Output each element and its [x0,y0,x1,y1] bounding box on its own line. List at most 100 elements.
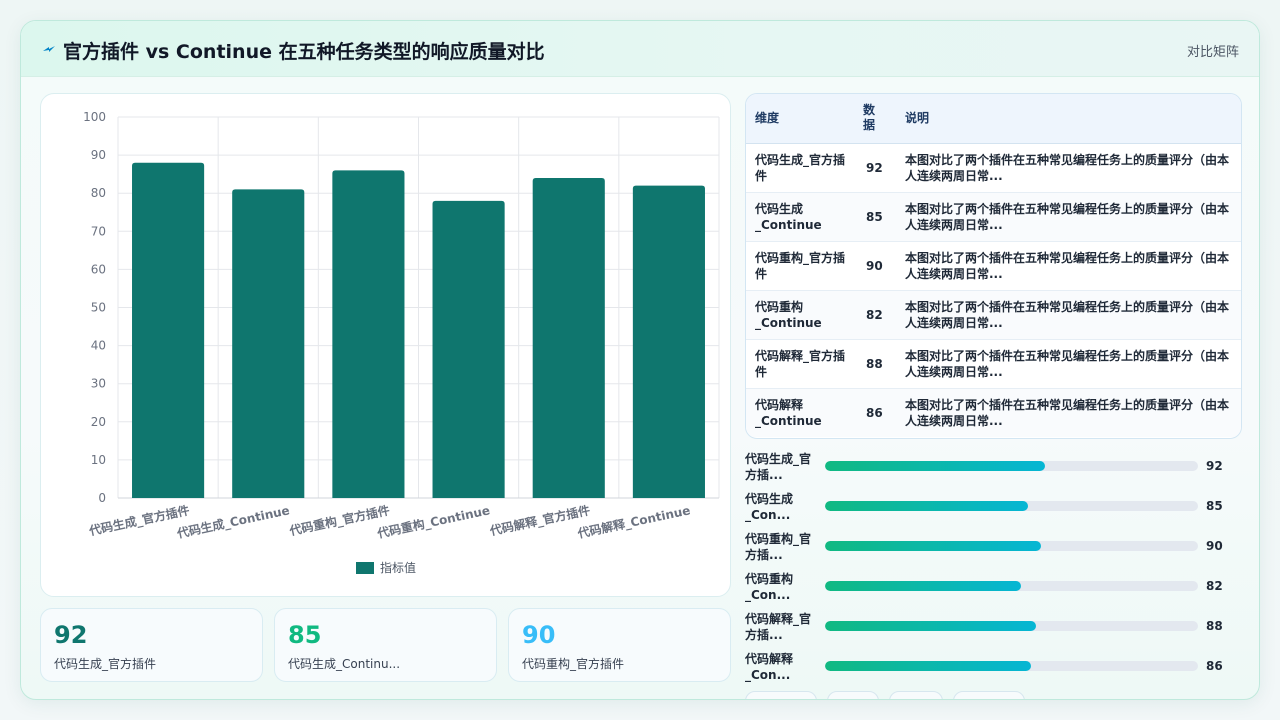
table-cell: 本图对比了两个插件在五种常见编程任务上的质量评分（由本人连续两周日常... [896,290,1241,340]
y-tick-label: 10 [91,453,106,467]
column-header: 维度 [746,94,857,144]
table-cell: 85 [857,192,896,242]
x-tick-label: 代码重构_Continue [375,502,491,542]
progress-row: 代码重构_官方插... 90 [745,529,1225,569]
y-tick-label: 40 [91,339,106,353]
table-cell: 88 [857,339,896,389]
kpi-label: 代码重构_官方插件 [522,657,625,671]
kpi-value: 85 [288,621,322,649]
table-cell: 本图对比了两个插件在五种常见编程任务上的质量评分（由本人连续两周日常... [896,388,1241,437]
bar [332,170,405,498]
table-row: 代码解释_Continue 86 本图对比了两个插件在五种常见编程任务上的质量评… [746,388,1241,437]
progress-fill [825,541,1041,551]
progress-row: 代码解释_Con... 86 [745,649,1225,689]
legend-label: 指标值 [380,560,416,575]
kpi-card: 85 代码生成_Continu... [274,608,497,682]
progress-track [825,581,1198,591]
table-cell: 代码生成_Continue [746,192,857,242]
progress-track [825,461,1198,471]
y-tick-label: 30 [91,377,106,391]
lightning-icon [43,46,55,52]
y-tick-label: 20 [91,415,106,429]
tag-pill[interactable] [889,691,943,699]
table-cell: 代码解释_官方插件 [746,339,857,389]
table-row: 代码重构_Continue 82 本图对比了两个插件在五种常见编程任务上的质量评… [746,290,1241,340]
progress-value: 90 [1206,539,1223,553]
kpi-card: 92 代码生成_官方插件 [40,608,263,682]
progress-value: 92 [1206,459,1223,473]
progress-track [825,501,1198,511]
progress-row: 代码生成_官方插... 92 [745,449,1225,489]
tag-pill[interactable] [827,691,879,699]
y-tick-label: 100 [83,110,106,124]
table-cell: 90 [857,241,896,291]
x-tick-label: 代码解释_官方插件 [487,502,591,539]
progress-fill [825,621,1036,631]
kpi-value: 92 [54,621,88,649]
x-tick-label: 代码生成_官方插件 [87,502,191,539]
table-cell: 代码重构_Continue [746,290,857,340]
progress-fill [825,501,1029,511]
table-cell: 本图对比了两个插件在五种常见编程任务上的质量评分（由本人连续两周日常... [896,143,1241,193]
table-row: 代码解释_官方插件 88 本图对比了两个插件在五种常见编程任务上的质量评分（由本… [746,339,1241,389]
progress-value: 86 [1206,659,1223,673]
y-tick-label: 80 [91,186,106,200]
kpi-value: 90 [522,621,556,649]
page-title: 官方插件 vs Continue 在五种任务类型的响应质量对比 [63,41,545,63]
bar [432,200,505,498]
table-row: 代码生成_官方插件 92 本图对比了两个插件在五种常见编程任务上的质量评分（由本… [746,143,1241,193]
data-table-card: 维度 数据 说明 代码生成_官方插件 92 本图对比了两个插件在五种常见编程任务… [745,93,1242,439]
x-tick-label: 代码重构_官方插件 [287,502,391,539]
tag-pill[interactable] [745,691,817,699]
progress-row: 代码生成_Con... 85 [745,489,1225,529]
header: 官方插件 vs Continue 在五种任务类型的响应质量对比 对比矩阵 [21,21,1259,77]
progress-label: 代码解释_Con... [745,652,794,682]
y-tick-label: 50 [91,301,106,315]
progress-label: 代码生成_官方插... [745,452,812,482]
y-tick-label: 60 [91,262,106,276]
progress-label: 代码解释_官方插... [745,612,812,642]
kpi-label: 代码生成_Continu... [288,657,401,671]
progress-value: 82 [1206,579,1223,593]
tag-pill[interactable] [953,691,1025,699]
progress-label: 代码重构_Con... [745,572,794,602]
table-cell: 本图对比了两个插件在五种常见编程任务上的质量评分（由本人连续两周日常... [896,339,1241,389]
table-cell: 代码解释_Continue [746,388,857,437]
x-tick-label: 代码生成_Continue [175,502,291,542]
bar-chart-card: 0 10 20 30 40 50 60 70 80 90 100 代码生成_官方插件 代码生成_Cont… [40,93,731,597]
kpi-card: 90 代码重构_官方插件 [508,608,731,682]
progress-row: 代码重构_Con... 82 [745,569,1225,609]
data-table: 维度 数据 说明 代码生成_官方插件 92 本图对比了两个插件在五种常见编程任务… [746,94,1241,437]
table-header-row: 维度 数据 说明 [746,94,1241,144]
legend-swatch [356,562,374,574]
x-tick-label: 代码解释_Continue [575,502,691,542]
progress-fill [825,661,1031,671]
bar-chart: 0 10 20 30 40 50 60 70 80 90 100 代码生成_官方插件代码生成_Cont… [83,110,720,575]
progress-label: 代码重构_官方插... [745,532,812,562]
table-cell: 代码重构_官方插件 [746,241,857,291]
progress-fill [825,461,1046,471]
progress-track [825,621,1198,631]
table-cell: 82 [857,290,896,340]
bar [232,189,305,498]
progress-track [825,541,1198,551]
progress-row: 代码解释_官方插... 88 [745,609,1225,649]
table-cell: 本图对比了两个插件在五种常见编程任务上的质量评分（由本人连续两周日常... [896,192,1241,242]
column-header: 数据 [857,94,896,144]
y-tick-label: 0 [98,491,106,505]
view-mode-label[interactable]: 对比矩阵 [1187,41,1239,60]
table-row: 代码重构_官方插件 90 本图对比了两个插件在五种常见编程任务上的质量评分（由本… [746,241,1241,291]
y-tick-label: 70 [91,224,106,238]
column-header: 说明 [896,94,1241,144]
bar [532,177,605,498]
table-cell: 本图对比了两个插件在五种常见编程任务上的质量评分（由本人连续两周日常... [896,241,1241,291]
progress-label: 代码生成_Con... [745,492,794,522]
bar [132,162,205,498]
dashboard-frame: 官方插件 vs Continue 在五种任务类型的响应质量对比 对比矩阵 0 10… [20,20,1260,700]
table-row: 代码生成_Continue 85 本图对比了两个插件在五种常见编程任务上的质量评… [746,192,1241,242]
kpi-label: 代码生成_官方插件 [54,657,157,671]
bar [632,185,705,498]
progress-track [825,661,1198,671]
progress-value: 88 [1206,619,1223,633]
progress-value: 85 [1206,499,1223,513]
